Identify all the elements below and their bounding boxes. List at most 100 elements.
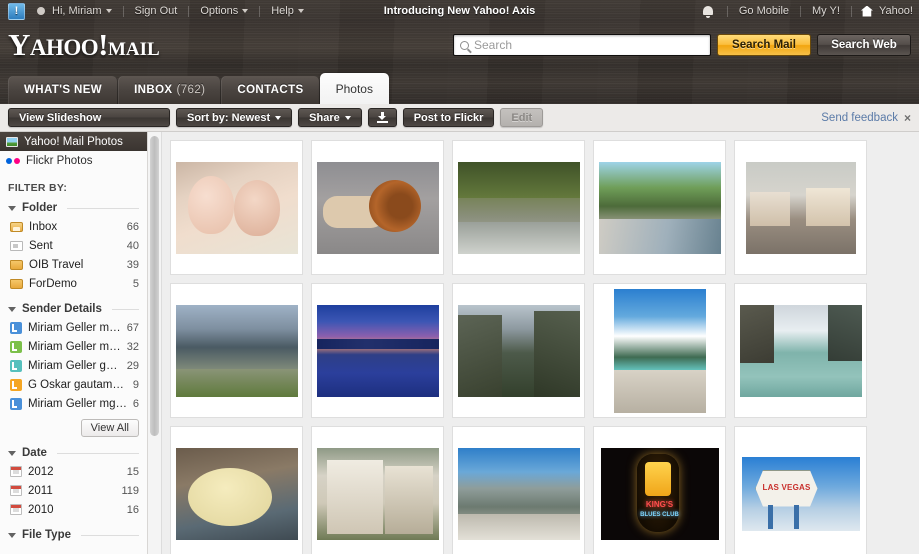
filter-label: OIB Travel (29, 259, 123, 271)
post-to-flickr-button[interactable]: Post to Flickr (403, 108, 495, 127)
filter-label: Miriam Geller mgell… (28, 341, 123, 353)
filter-row-inbox[interactable]: Inbox 66 (0, 217, 147, 236)
tab-contacts[interactable]: CONTACTS (221, 76, 319, 104)
tab-photos[interactable]: Photos (320, 73, 389, 104)
help-menu[interactable]: Help (269, 5, 306, 17)
photo-card-moraine-lake[interactable] (593, 283, 726, 418)
sign-out-link[interactable]: Sign Out (133, 5, 180, 17)
home-icon[interactable] (861, 6, 873, 17)
tab-inbox[interactable]: INBOX(762) (118, 76, 221, 104)
chevron-down-icon (106, 9, 112, 13)
filter-row-sender[interactable]: Miriam Geller mgell… 32 (0, 337, 147, 356)
photo-thumbnail (176, 162, 298, 254)
section-header-sender-details[interactable]: Sender Details (0, 293, 147, 318)
tab-count: (762) (177, 84, 206, 96)
photo-thumbnail (599, 162, 721, 254)
presence-dot-icon (37, 7, 45, 15)
photo-card-purple-sunset-lake[interactable] (311, 283, 444, 418)
photo-card-lake-louise[interactable] (734, 283, 867, 418)
close-icon[interactable]: × (904, 111, 911, 125)
divider (727, 6, 728, 17)
source-yahoo-mail-photos[interactable]: Yahoo! Mail Photos (0, 132, 147, 151)
filter-row-sender[interactable]: G Oskar gautamgd… 9 (0, 375, 147, 394)
bell-icon[interactable] (702, 5, 714, 18)
filter-count: 32 (127, 341, 139, 353)
photo-thumbnail (458, 305, 580, 397)
photo-card-las-vegas-welcome-sign[interactable]: LAS VEGAS (734, 426, 867, 554)
filter-label: 2010 (28, 504, 123, 516)
filter-row-sender[interactable]: Miriam Geller mgell… 6 (0, 394, 147, 413)
photo-grid: KING'S BLUES CLUB LAS VEGAS (170, 140, 919, 554)
filter-by-heading: FILTER BY: (0, 170, 147, 198)
search-mail-button[interactable]: Search Mail (717, 34, 811, 56)
filter-row-year-2011[interactable]: 2011 119 (0, 481, 147, 500)
search-field[interactable] (453, 34, 711, 56)
tab-label: WHAT'S NEW (24, 84, 102, 96)
flickr-icon (6, 156, 20, 165)
download-button[interactable] (368, 108, 397, 127)
yahoo-home-link[interactable]: Yahoo! (877, 5, 919, 17)
photo-thumbnail (176, 305, 298, 397)
view-all-button[interactable]: View All (81, 419, 139, 437)
yahoo-mail-photos-icon (6, 137, 18, 147)
content-scrollbar[interactable] (148, 132, 162, 554)
avatar (10, 379, 22, 391)
utility-bar: Hi, Miriam Sign Out Options Help Introdu… (0, 0, 919, 22)
my-yahoo-link[interactable]: My Y! (810, 5, 842, 17)
photo-thumbnail (176, 448, 298, 540)
photo-card-rocky-river[interactable] (593, 140, 726, 275)
chevron-down-icon (345, 116, 351, 120)
section-header-file-type[interactable]: File Type (0, 519, 147, 544)
photo-card-birthday-cake[interactable] (170, 426, 303, 554)
disclosure-triangle-icon (8, 533, 16, 538)
tab-whats-new[interactable]: WHAT'S NEW (8, 76, 118, 104)
go-mobile-link[interactable]: Go Mobile (737, 5, 791, 17)
section-header-folder[interactable]: Folder (0, 198, 147, 217)
photo-row (170, 140, 919, 275)
photo-thumbnail (740, 305, 862, 397)
yahoo-mail-logo[interactable]: YAHOO!MAIL (8, 27, 160, 63)
search-input[interactable] (474, 38, 704, 52)
options-menu[interactable]: Options (198, 5, 250, 17)
divider (188, 6, 189, 17)
filter-row-sender[interactable]: Miriam Geller geller… 29 (0, 356, 147, 375)
photo-card-twin-babies[interactable] (170, 140, 303, 275)
filter-row-year-2012[interactable]: 2012 15 (0, 462, 147, 481)
filter-row-sender[interactable]: Miriam Geller miria… 67 (0, 318, 147, 337)
photo-card-dog-in-lion-mane[interactable] (311, 140, 444, 275)
section-title: Date (22, 447, 47, 459)
filter-row-year-2010[interactable]: 2010 16 (0, 500, 147, 519)
filter-count: 67 (127, 322, 139, 334)
section-header-date[interactable]: Date (0, 437, 147, 462)
photo-card-lake-with-fence[interactable] (170, 283, 303, 418)
scrollbar-thumb[interactable] (150, 136, 159, 436)
filter-count: 6 (133, 398, 139, 410)
greeting-menu[interactable]: Hi, Miriam (50, 5, 114, 17)
photo-card-mountain-valley[interactable] (452, 283, 585, 418)
axis-promo-banner[interactable]: Introducing New Yahoo! Axis (384, 5, 536, 17)
photo-card-mountain-ridge[interactable] (452, 426, 585, 554)
photo-sign-text: LAS VEGAS (758, 483, 816, 492)
send-feedback-link[interactable]: Send feedback (821, 112, 898, 124)
chevron-down-icon (298, 9, 304, 13)
share-button[interactable]: Share (298, 108, 362, 127)
yahoo-badge-icon[interactable] (8, 3, 25, 20)
filter-row-sent[interactable]: Sent 40 (0, 236, 147, 255)
filter-sidebar: Yahoo! Mail Photos Flickr Photos FILTER … (0, 132, 148, 554)
filter-row-oib-travel[interactable]: OIB Travel 39 (0, 255, 147, 274)
filter-count: 29 (127, 360, 139, 372)
photo-card-alpine-house[interactable] (311, 426, 444, 554)
source-flickr-photos[interactable]: Flickr Photos (0, 151, 147, 170)
photo-thumbnail (746, 162, 856, 254)
search-web-button[interactable]: Search Web (817, 34, 911, 56)
sort-by-button[interactable]: Sort by: Newest (176, 108, 292, 127)
calendar-icon (10, 466, 22, 477)
edit-button[interactable]: Edit (500, 108, 543, 127)
photo-card-european-town-square[interactable] (734, 140, 867, 275)
photo-card-creek-with-bridge[interactable] (452, 140, 585, 275)
photo-card-bb-kings-blues-club-sign[interactable]: KING'S BLUES CLUB (593, 426, 726, 554)
divider (57, 453, 139, 454)
filter-row-fordemo[interactable]: ForDemo 5 (0, 274, 147, 293)
filter-count: 16 (127, 504, 139, 516)
view-slideshow-button[interactable]: View Slideshow (8, 108, 170, 127)
